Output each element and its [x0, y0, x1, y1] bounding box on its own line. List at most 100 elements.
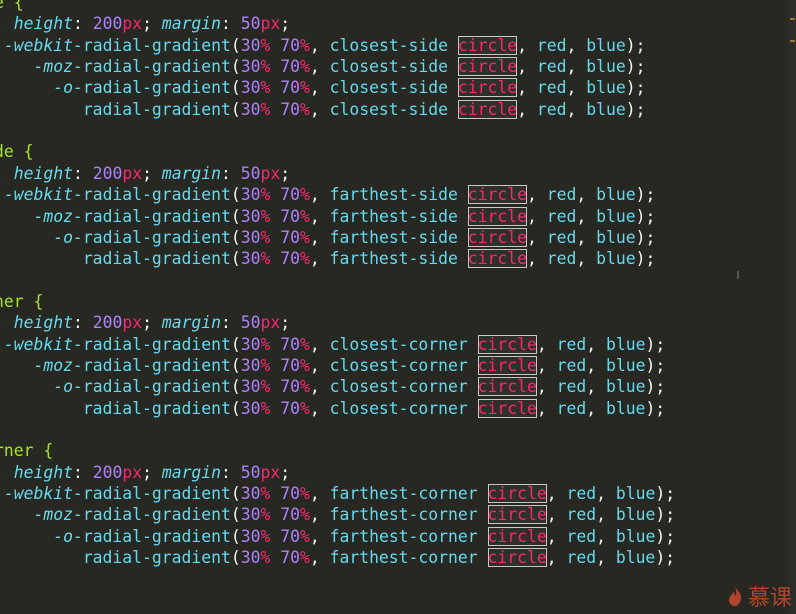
code-token: 70 — [280, 57, 300, 77]
code-token: ); — [645, 334, 666, 354]
code-token: blue — [605, 355, 646, 375]
code-token: , — [536, 377, 557, 397]
code-token: , — [526, 249, 547, 269]
code-token: -webkit- — [3, 185, 83, 205]
code-token: red — [536, 57, 567, 77]
code-token: : — [221, 462, 241, 482]
code-token: % — [260, 355, 271, 375]
code-token: -webkit- — [3, 484, 83, 504]
code-token: red — [556, 355, 587, 375]
code-token: ; — [280, 14, 291, 34]
code-token: % — [260, 505, 271, 525]
code-token: , — [309, 78, 330, 98]
code-line: -webkit-radial-gradient(30% 70%, farthes… — [0, 483, 675, 504]
code-token: , — [546, 484, 567, 504]
code-token: farthest-corner — [329, 484, 478, 504]
highlighted-token: circle — [477, 398, 537, 418]
code-token: , — [546, 548, 567, 568]
code-token: farthest-side — [329, 227, 458, 247]
code-token: red — [546, 185, 577, 205]
code-token: 30 — [240, 355, 261, 375]
code-token: , — [309, 548, 330, 568]
code-token: , — [576, 227, 597, 247]
code-token: ( — [230, 355, 241, 375]
code-token: , — [309, 57, 330, 77]
code-token: red — [546, 227, 577, 247]
code-line: e { — [0, 0, 24, 13]
code-line: ; height: 200px; margin: 50px; — [0, 163, 290, 184]
code-token: : — [221, 313, 241, 333]
code-token: blue — [605, 377, 646, 397]
code-token: 200 — [92, 14, 123, 34]
watermark-text: 慕课 — [747, 586, 792, 611]
code-token: margin — [161, 462, 222, 482]
highlighted-token: circle — [477, 377, 537, 397]
code-token: radial-gradient — [82, 35, 231, 55]
code-token: radial-gradient — [82, 185, 231, 205]
code-token: radial-gradient — [82, 505, 231, 525]
code-token: height — [13, 163, 73, 183]
code-token: -webkit- — [3, 334, 83, 354]
code-token: 30 — [240, 377, 261, 397]
code-token: ; — [0, 313, 14, 332]
code-token: ; — [142, 163, 162, 183]
code-token: blue — [596, 206, 636, 226]
code-line: -webkit-radial-gradient(30% 70%, farthes… — [0, 184, 655, 205]
code-line: radial-gradient(30% 70%, closest-side ci… — [0, 99, 645, 120]
code-token: blue — [605, 398, 646, 418]
code-line: -moz-radial-gradient(30% 70%, farthest-c… — [0, 504, 675, 525]
highlighted-token: circle — [467, 206, 527, 226]
code-editor[interactable]: e { ; height: 200px; margin: 50px; -webki… — [0, 0, 796, 614]
code-token: -o- — [53, 78, 83, 98]
code-token: de { — [0, 142, 34, 162]
code-token: , — [596, 505, 616, 525]
highlighted-token: circle — [477, 355, 537, 375]
highlighted-token: circle — [487, 484, 547, 504]
scrollbar[interactable] — [788, 0, 796, 614]
code-token: e { — [0, 0, 24, 12]
scroll-marker — [790, 40, 795, 42]
code-token: ( — [230, 505, 241, 525]
code-token: , — [309, 505, 330, 525]
code-token: , — [596, 484, 616, 504]
code-token: 70 — [280, 227, 300, 247]
code-token: , — [309, 206, 330, 226]
code-token: px — [260, 163, 281, 183]
code-token: blue — [586, 57, 626, 77]
code-line: radial-gradient(30% 70%, closest-corner … — [0, 398, 665, 419]
code-token: % — [260, 526, 271, 546]
code-token: ); — [645, 355, 666, 375]
code-token: : — [72, 462, 93, 482]
code-token: 50 — [240, 163, 261, 183]
code-token: ; — [280, 462, 291, 482]
code-token: farthest-side — [329, 249, 458, 269]
code-token: 200 — [92, 313, 123, 333]
code-token: ); — [655, 505, 676, 525]
code-token: ); — [625, 99, 646, 119]
code-token: red — [556, 377, 587, 397]
code-token: 70 — [280, 355, 300, 375]
code-token: ; — [0, 463, 14, 482]
code-token: % — [299, 484, 310, 504]
code-token: , — [586, 334, 606, 354]
code-token: red — [556, 334, 587, 354]
code-token: blue — [615, 484, 656, 504]
code-token: % — [260, 57, 271, 77]
code-token: % — [299, 206, 310, 226]
code-token: closest-corner — [329, 355, 468, 375]
code-token: ); — [645, 377, 666, 397]
code-token: ( — [230, 99, 241, 119]
